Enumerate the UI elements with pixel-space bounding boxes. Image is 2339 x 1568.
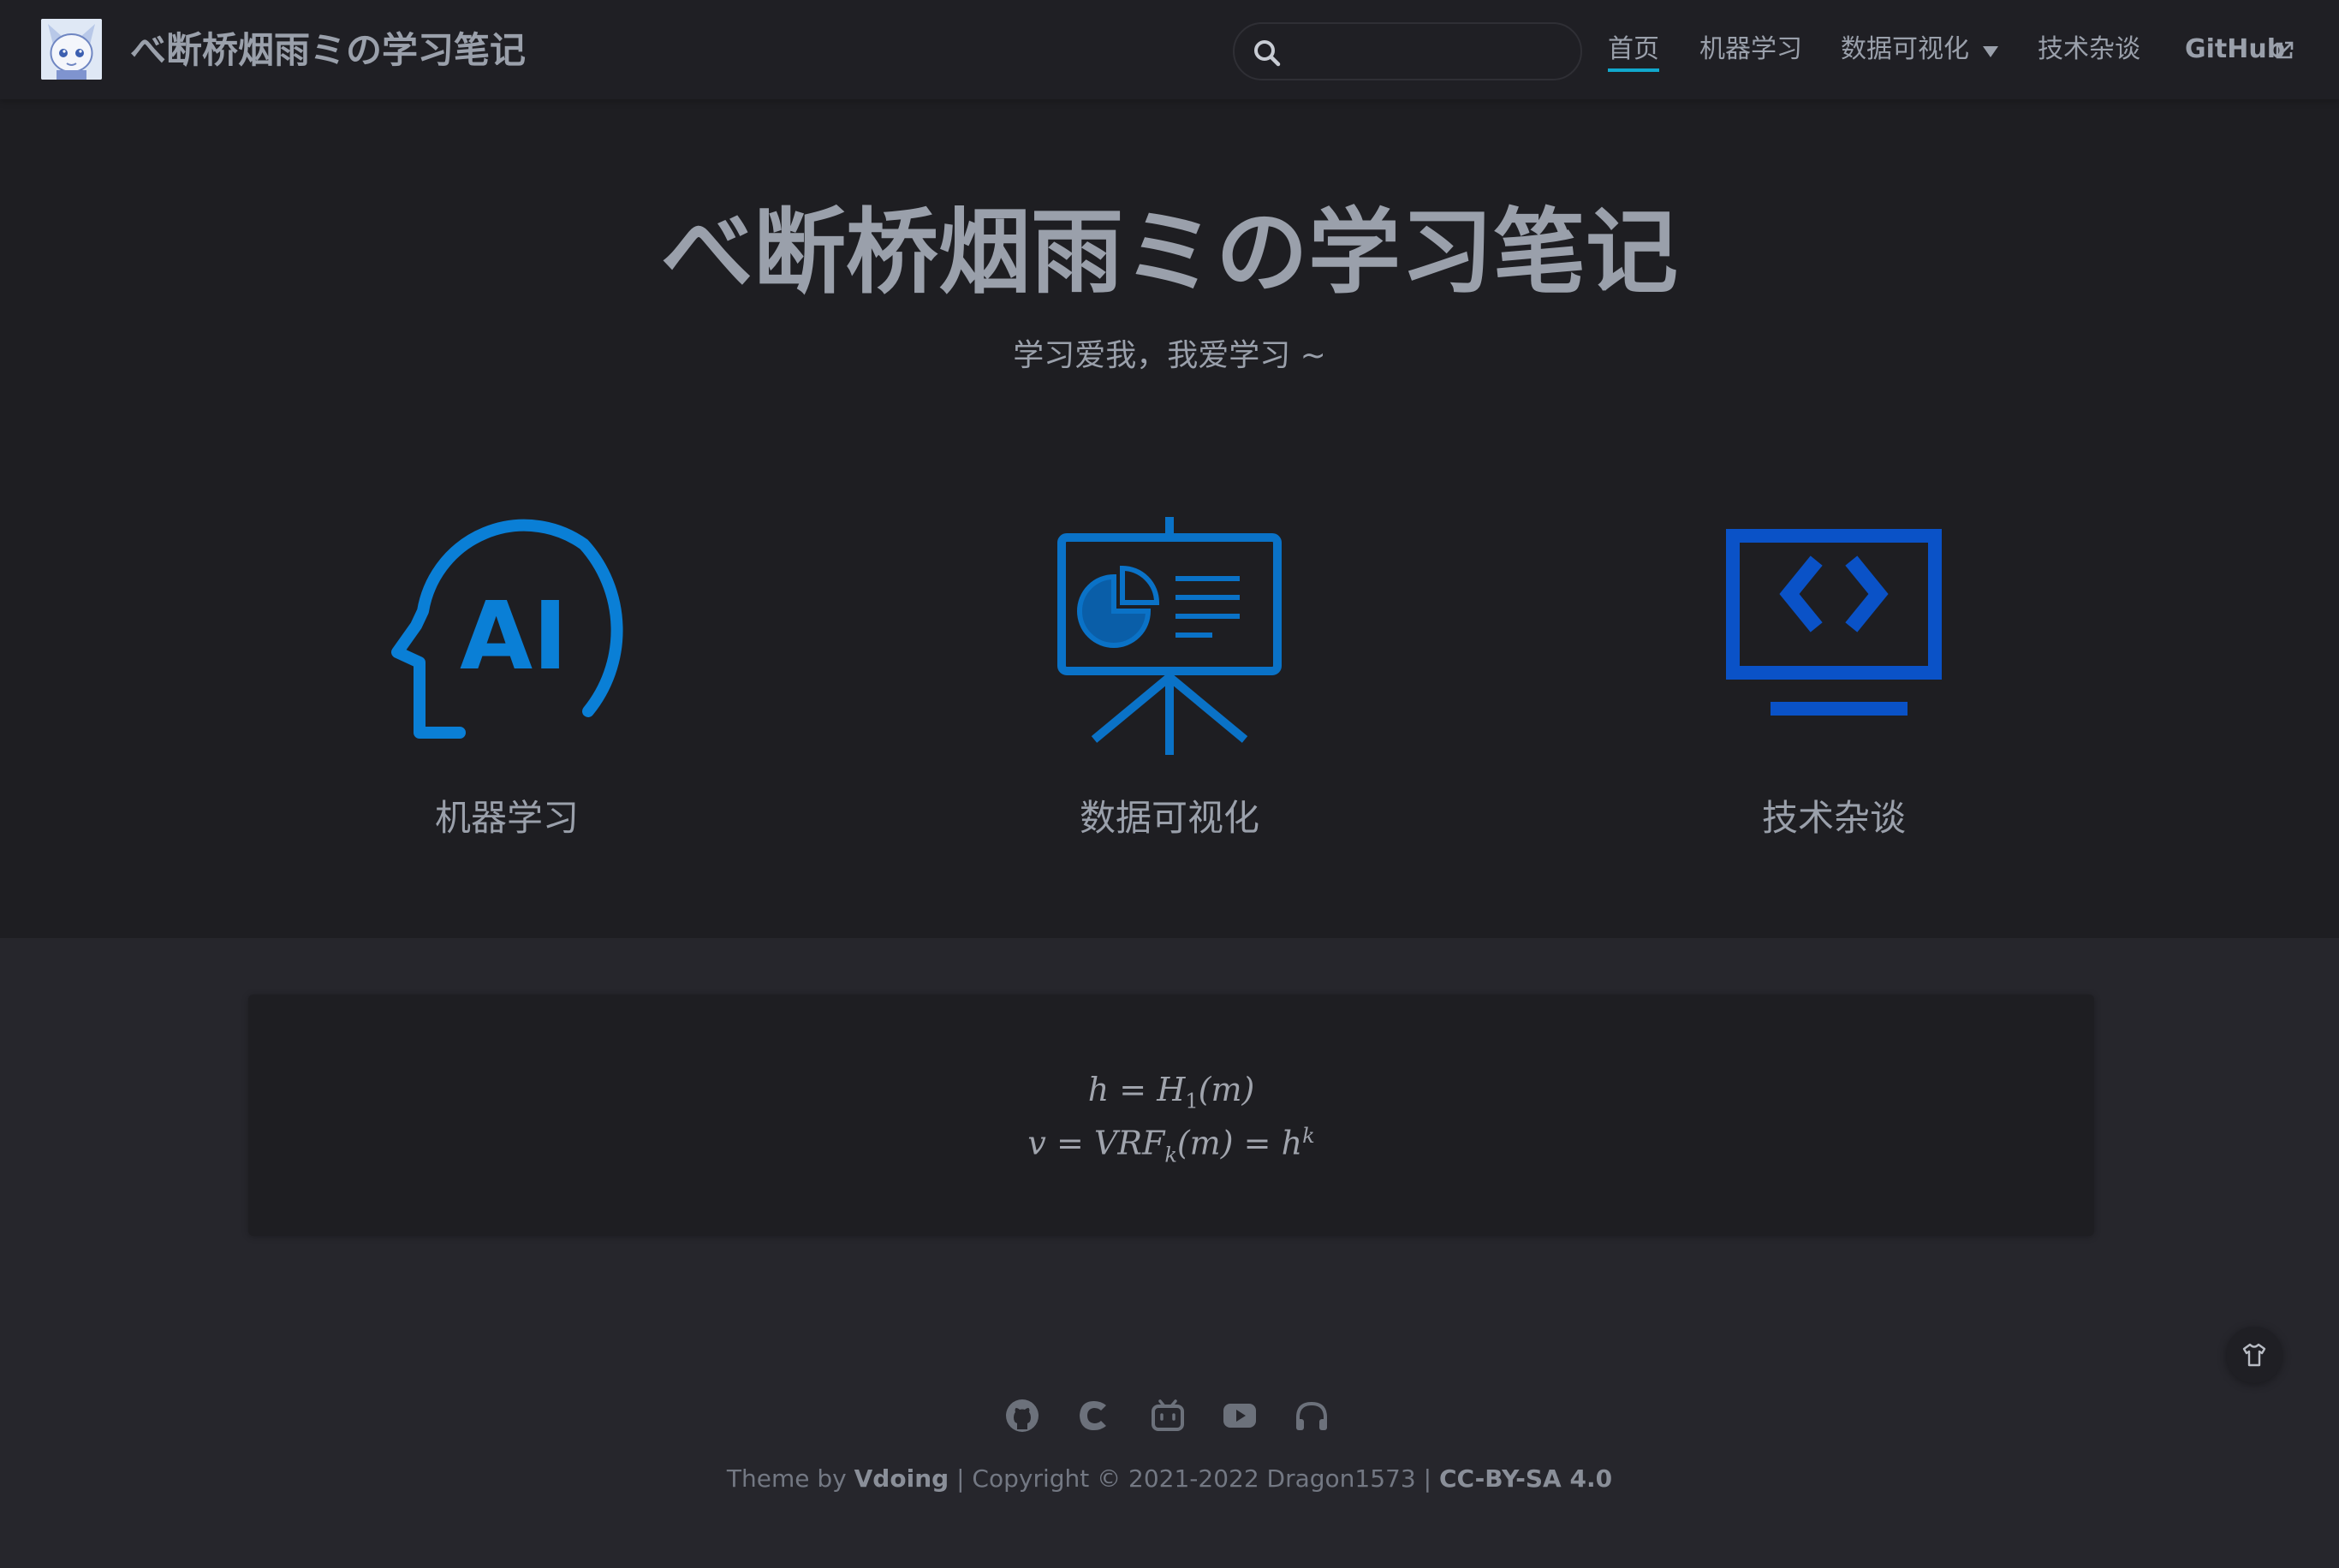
nav-item-tech-talk[interactable]: 技术杂谈 [2038, 31, 2140, 68]
feature-tech-talk[interactable]: 技术杂谈 [1594, 510, 2074, 870]
formula-line-2: v = VRFk(m) = hk [1027, 1124, 1315, 1167]
theme-link[interactable]: Vdoing [854, 1464, 949, 1493]
nav-item-machine-learning[interactable]: 机器学习 [1699, 31, 1802, 68]
bilibili-icon[interactable] [1149, 1397, 1187, 1434]
search-box[interactable] [1233, 22, 1582, 80]
content-card: h = H1(m) v = VRFk(m) = hk [248, 995, 2094, 1236]
chevron-down-icon[interactable] [1983, 46, 1998, 57]
license-link[interactable]: CC-BY-SA 4.0 [1439, 1464, 1612, 1493]
hero-section: べ断桥烟雨ミの学习笔记 学习爱我，我爱学习 ~ AI 机器学习 数据可视化 技术… [0, 99, 2339, 938]
external-link-icon [2276, 41, 2294, 59]
nav-item-data-visualization[interactable]: 数据可视化 [1841, 31, 1969, 68]
feature-data-visualization[interactable]: 数据可视化 [930, 510, 1409, 870]
site-logo[interactable] [41, 19, 102, 80]
anime-avatar-icon [41, 19, 102, 80]
presentation-board-icon [1057, 517, 1282, 755]
search-input[interactable] [1293, 31, 1567, 72]
navbar: べ断桥烟雨ミの学习笔记 首页 机器学习 数据可视化 技术杂谈 GitHub [0, 0, 2339, 99]
feature-label: 数据可视化 [1079, 797, 1259, 839]
nav-item-home[interactable]: 首页 [1608, 31, 1659, 72]
search-icon [1254, 40, 1281, 67]
hero-title: べ断桥烟雨ミの学习笔记 [660, 199, 1678, 306]
theme-switch-button[interactable] [2226, 1327, 2282, 1383]
youtube-icon[interactable] [1221, 1397, 1259, 1434]
footer-social-icons [1003, 1397, 1337, 1440]
hero-description: 学习爱我，我爱学习 ~ [1013, 338, 1326, 373]
feature-label: 技术杂谈 [1761, 797, 1906, 839]
footer-copyright: Theme by Vdoing | Copyright © 2021-2022 … [726, 1464, 1613, 1493]
music-icon[interactable] [1293, 1397, 1330, 1434]
feature-machine-learning[interactable]: AI 机器学习 [267, 510, 747, 870]
csdn-icon[interactable] [1075, 1397, 1113, 1434]
github-icon[interactable] [1003, 1397, 1041, 1434]
tshirt-icon [2242, 1343, 2266, 1367]
ai-head-icon: AI [391, 519, 623, 739]
nav-item-github[interactable]: GitHub [2185, 31, 2285, 68]
svg-text:AI: AI [460, 581, 568, 691]
code-monitor-icon [1726, 529, 1942, 716]
site-name[interactable]: べ断桥烟雨ミの学习笔记 [130, 24, 526, 77]
feature-label: 机器学习 [434, 797, 579, 839]
